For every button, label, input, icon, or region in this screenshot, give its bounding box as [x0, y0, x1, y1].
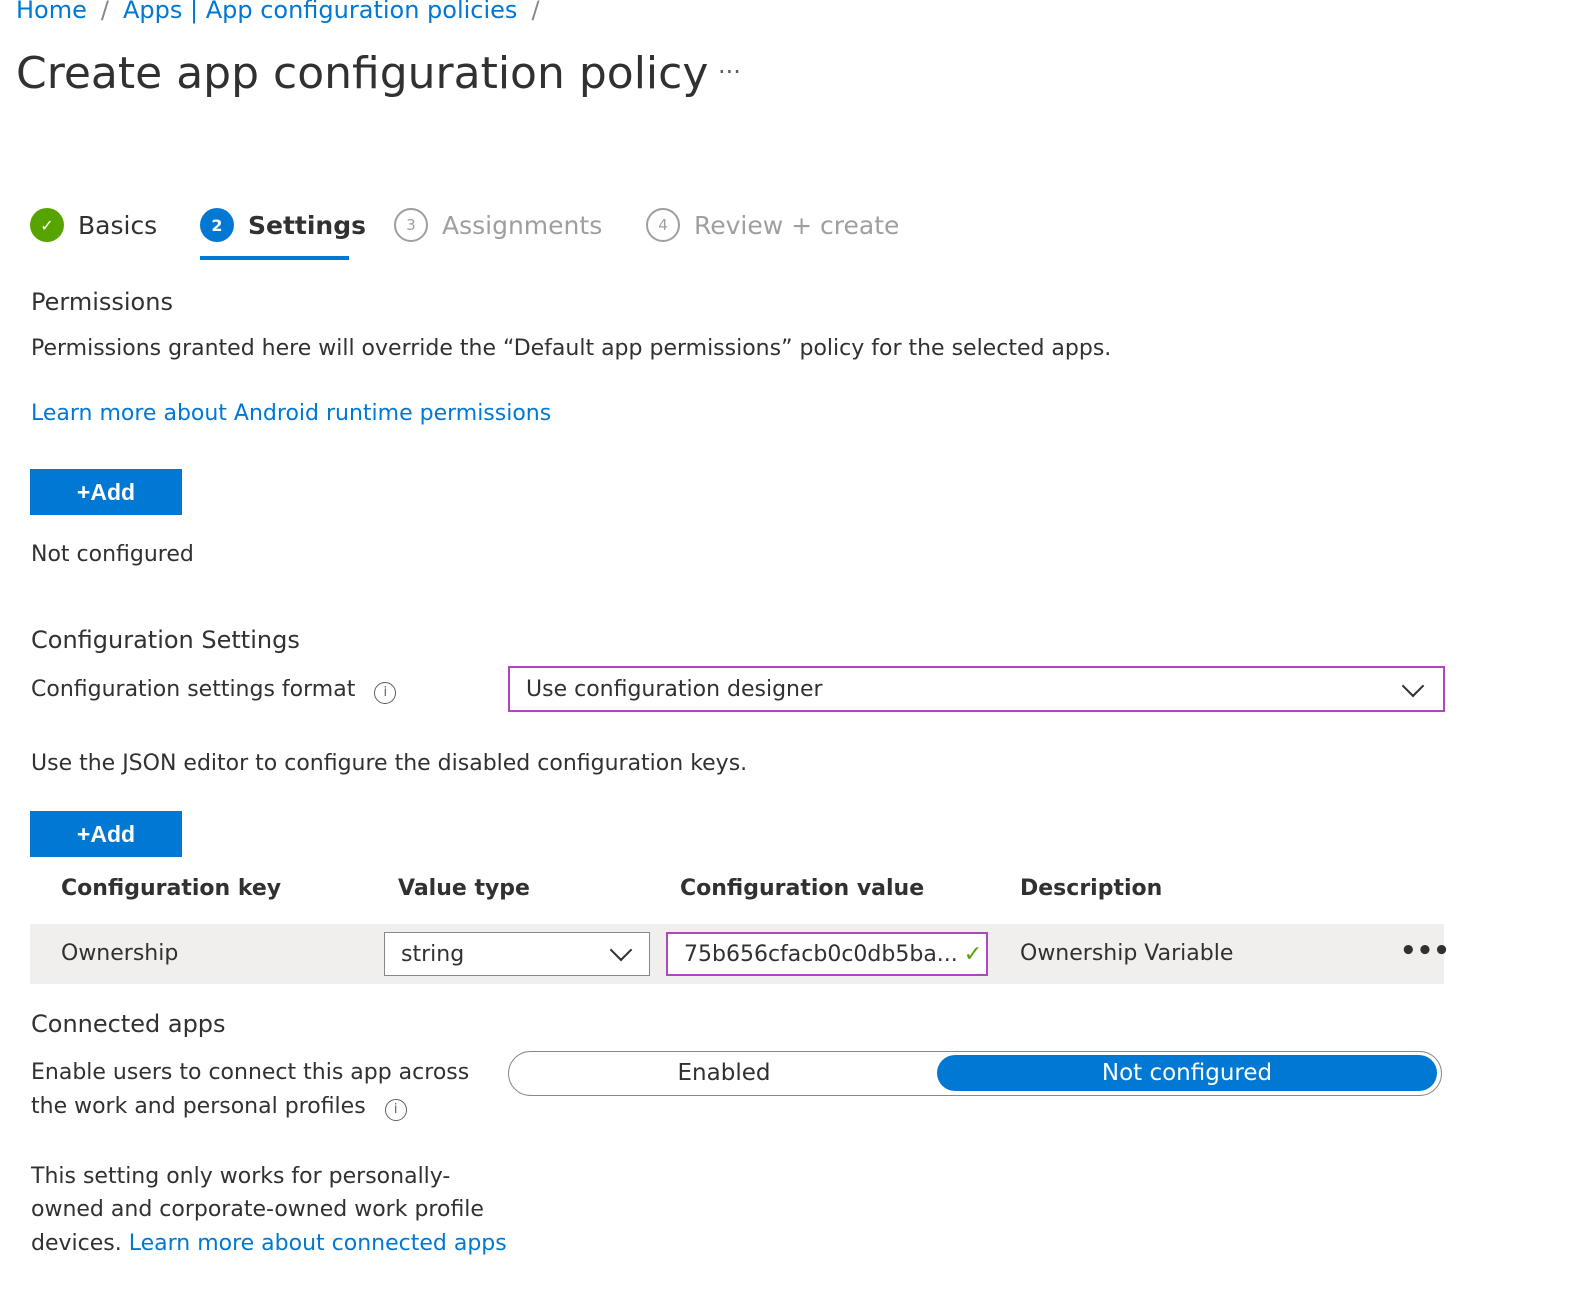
android-permissions-link[interactable]: Learn more about Android runtime permiss… [31, 401, 551, 426]
config-format-label: Configuration settings format i [31, 677, 397, 704]
step-number: 4 [646, 208, 680, 242]
note-line2: owned and corporate-owned work profile [31, 1197, 484, 1222]
note-line3: devices. Learn more about connected apps [31, 1231, 507, 1256]
step-number: 2 [200, 208, 234, 242]
breadcrumb-home[interactable]: Home [16, 0, 87, 24]
dropdown-value: string [401, 941, 465, 967]
label-text: the work and personal profiles [31, 1094, 366, 1119]
step-number: 3 [394, 208, 428, 242]
more-options-button[interactable]: ··· [718, 58, 741, 86]
config-key-cell: Ownership [61, 941, 179, 966]
value-type-dropdown[interactable]: string [384, 932, 650, 976]
info-icon[interactable]: i [374, 682, 397, 704]
description-cell: Ownership Variable [1020, 941, 1234, 966]
connected-apps-toggle: Enabled Not configured [508, 1051, 1442, 1096]
config-format-dropdown[interactable]: Use configuration designer [508, 666, 1445, 712]
option-not-configured[interactable]: Not configured [937, 1055, 1437, 1091]
page-title: Create app configuration policy [16, 48, 709, 99]
connected-label-line1: Enable users to connect this app across [31, 1060, 470, 1085]
note-line1: This setting only works for personally- [31, 1164, 451, 1189]
permissions-description: Permissions granted here will override t… [31, 336, 1112, 361]
label-text: Configuration settings format [31, 677, 356, 702]
check-icon: ✓ [963, 941, 983, 967]
tab-assignments[interactable]: 3 Assignments [394, 208, 602, 242]
column-header-value: Configuration value [680, 876, 925, 901]
active-tab-indicator [200, 256, 349, 260]
tab-label: Basics [78, 210, 158, 240]
connected-label: the work and personal profiles i [31, 1094, 407, 1121]
breadcrumb: Home / Apps | App configuration policies / [16, 0, 554, 24]
permissions-heading: Permissions [31, 288, 173, 316]
note-text: devices. [31, 1231, 129, 1256]
option-enabled[interactable]: Enabled [512, 1055, 936, 1091]
column-header-key: Configuration key [61, 876, 282, 901]
add-config-key-button[interactable]: +Add [30, 811, 182, 857]
tab-settings[interactable]: 2 Settings [200, 208, 366, 242]
tab-review-create[interactable]: 4 Review + create [646, 208, 899, 242]
column-header-value-type: Value type [398, 876, 530, 901]
tab-label: Settings [248, 210, 367, 240]
json-note: Use the JSON editor to configure the dis… [31, 751, 748, 776]
dropdown-value: Use configuration designer [526, 676, 823, 702]
config-settings-heading: Configuration Settings [31, 626, 300, 654]
input-value: 75b656cfacb0c0db5ba... [684, 941, 958, 967]
connected-apps-link[interactable]: Learn more about connected apps [129, 1231, 507, 1256]
info-icon[interactable]: i [384, 1099, 407, 1121]
breadcrumb-app-config[interactable]: Apps | App configuration policies [123, 0, 517, 24]
column-header-description: Description [1020, 876, 1163, 901]
table-row: Ownership string 75b656cfacb0c0db5ba... ✓… [30, 924, 1450, 984]
connected-apps-heading: Connected apps [31, 1010, 226, 1038]
row-more-icon[interactable]: ••• [1400, 936, 1450, 966]
check-icon: ✓ [30, 208, 64, 242]
tab-label: Assignments [442, 210, 603, 240]
tab-basics[interactable]: ✓ Basics [30, 208, 157, 242]
permissions-status: Not configured [31, 542, 194, 567]
add-permission-button[interactable]: +Add [30, 469, 182, 515]
chevron-down-icon [609, 938, 633, 962]
config-value-input[interactable]: 75b656cfacb0c0db5ba... ✓ [666, 932, 988, 976]
tab-label: Review + create [694, 210, 900, 240]
breadcrumb-separator: / [100, 0, 109, 24]
chevron-down-icon [1401, 674, 1425, 698]
breadcrumb-separator: / [531, 0, 540, 24]
